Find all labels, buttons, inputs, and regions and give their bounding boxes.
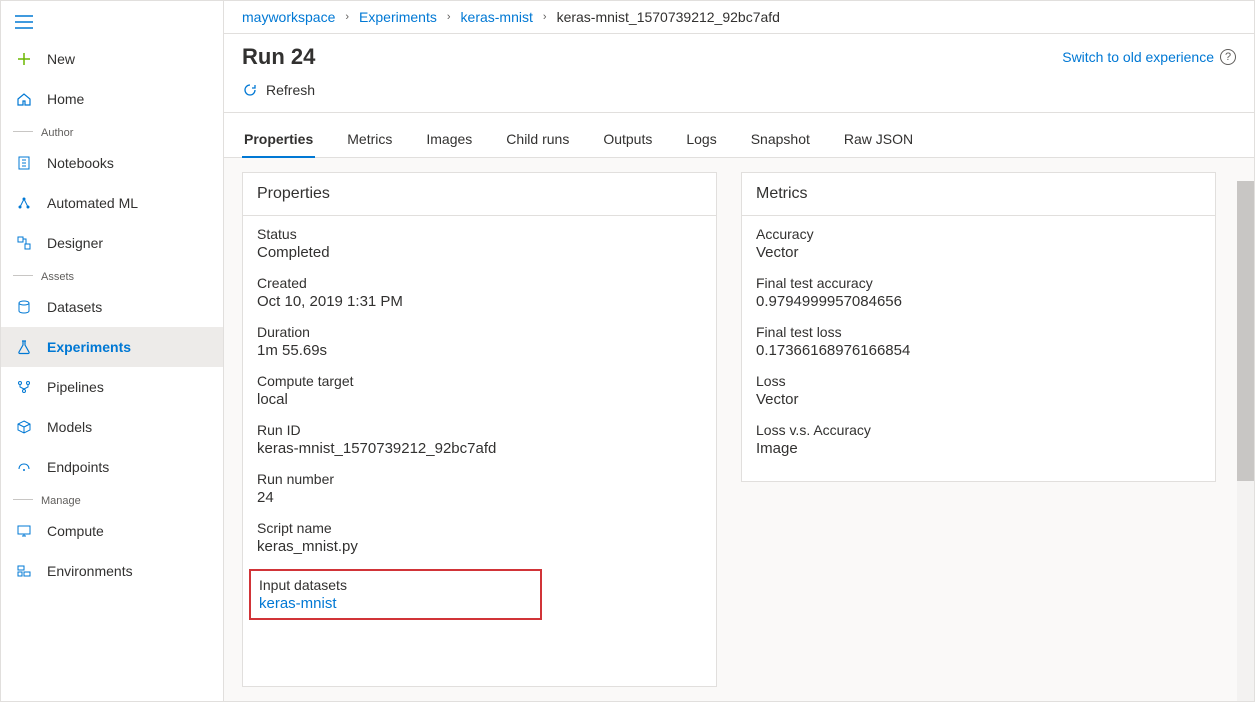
prop-label: Script name bbox=[257, 520, 702, 536]
prop-value-script-name: keras_mnist.py bbox=[257, 538, 702, 555]
nav-datasets[interactable]: Datasets bbox=[1, 287, 223, 327]
prop-label: Run ID bbox=[257, 422, 702, 438]
sidebar: New Home Author Notebooks Automated ML bbox=[1, 1, 224, 701]
card-title: Metrics bbox=[742, 173, 1215, 216]
chevron-right-icon: › bbox=[543, 11, 547, 23]
tab-child-runs[interactable]: Child runs bbox=[504, 125, 571, 157]
nav-compute[interactable]: Compute bbox=[1, 511, 223, 551]
tab-snapshot[interactable]: Snapshot bbox=[749, 125, 812, 157]
metric-value-accuracy: Vector bbox=[756, 244, 1201, 261]
nav-label: Notebooks bbox=[47, 155, 114, 171]
input-datasets-highlight: Input datasets keras-mnist bbox=[249, 569, 542, 620]
nav-label: New bbox=[47, 51, 75, 67]
nav-label: Automated ML bbox=[47, 195, 138, 211]
environments-icon bbox=[15, 562, 33, 580]
automl-icon bbox=[15, 194, 33, 212]
hamburger-menu-button[interactable] bbox=[1, 5, 223, 39]
breadcrumb-current: keras-mnist_1570739212_92bc7afd bbox=[557, 9, 780, 25]
chevron-right-icon: › bbox=[345, 11, 349, 23]
vertical-scrollbar[interactable] bbox=[1237, 181, 1254, 701]
endpoints-icon bbox=[15, 458, 33, 476]
nav-label: Pipelines bbox=[47, 379, 104, 395]
main-content: mayworkspace › Experiments › keras-mnist… bbox=[224, 1, 1254, 701]
nav-label: Datasets bbox=[47, 299, 102, 315]
nav-section-author: Author bbox=[1, 119, 223, 143]
refresh-label: Refresh bbox=[266, 82, 315, 98]
prop-label: Created bbox=[257, 275, 702, 291]
prop-value-created: Oct 10, 2019 1:31 PM bbox=[257, 293, 702, 310]
tab-properties[interactable]: Properties bbox=[242, 125, 315, 157]
prop-value-run-number: 24 bbox=[257, 489, 702, 506]
nav-label: Compute bbox=[47, 523, 104, 539]
home-icon bbox=[15, 90, 33, 108]
flask-icon bbox=[15, 338, 33, 356]
breadcrumb-workspace[interactable]: mayworkspace bbox=[242, 9, 335, 25]
card-title: Properties bbox=[243, 173, 716, 216]
metric-label: Accuracy bbox=[756, 226, 1201, 242]
breadcrumb-experiment[interactable]: keras-mnist bbox=[461, 9, 533, 25]
prop-value-run-id: keras-mnist_1570739212_92bc7afd bbox=[257, 440, 702, 457]
plus-icon bbox=[15, 50, 33, 68]
metric-label: Final test loss bbox=[756, 324, 1201, 340]
metric-value-final-test-accuracy: 0.9794999957084656 bbox=[756, 293, 1201, 310]
nav-label: Environments bbox=[47, 563, 133, 579]
chevron-right-icon: › bbox=[447, 11, 451, 23]
prop-label: Status bbox=[257, 226, 702, 242]
prop-label: Compute target bbox=[257, 373, 702, 389]
models-icon bbox=[15, 418, 33, 436]
scrollbar-thumb[interactable] bbox=[1237, 181, 1254, 481]
nav-home[interactable]: Home bbox=[1, 79, 223, 119]
notebook-icon bbox=[15, 154, 33, 172]
input-dataset-link[interactable]: keras-mnist bbox=[259, 595, 337, 612]
designer-icon bbox=[15, 234, 33, 252]
nav-notebooks[interactable]: Notebooks bbox=[1, 143, 223, 183]
refresh-icon bbox=[242, 82, 258, 98]
prop-value-status: Completed bbox=[257, 244, 702, 261]
page-title: Run 24 bbox=[242, 44, 315, 70]
tab-raw-json[interactable]: Raw JSON bbox=[842, 125, 915, 157]
breadcrumb: mayworkspace › Experiments › keras-mnist… bbox=[224, 1, 1254, 34]
prop-value-compute-target: local bbox=[257, 391, 702, 408]
nav-automated-ml[interactable]: Automated ML bbox=[1, 183, 223, 223]
prop-label: Run number bbox=[257, 471, 702, 487]
nav-experiments[interactable]: Experiments bbox=[1, 327, 223, 367]
tabs: Properties Metrics Images Child runs Out… bbox=[224, 113, 1254, 158]
nav-label: Endpoints bbox=[47, 459, 109, 475]
switch-old-experience-link[interactable]: Switch to old experience ? bbox=[1062, 49, 1236, 65]
nav-models[interactable]: Models bbox=[1, 407, 223, 447]
prop-value-duration: 1m 55.69s bbox=[257, 342, 702, 359]
nav-new[interactable]: New bbox=[1, 39, 223, 79]
nav-designer[interactable]: Designer bbox=[1, 223, 223, 263]
metric-value-loss: Vector bbox=[756, 391, 1201, 408]
nav-label: Designer bbox=[47, 235, 103, 251]
metric-label: Final test accuracy bbox=[756, 275, 1201, 291]
help-icon[interactable]: ? bbox=[1220, 49, 1236, 65]
nav-section-manage: Manage bbox=[1, 487, 223, 511]
pipelines-icon bbox=[15, 378, 33, 396]
nav-pipelines[interactable]: Pipelines bbox=[1, 367, 223, 407]
breadcrumb-experiments[interactable]: Experiments bbox=[359, 9, 437, 25]
tab-outputs[interactable]: Outputs bbox=[601, 125, 654, 157]
metric-label: Loss v.s. Accuracy bbox=[756, 422, 1201, 438]
nav-label: Experiments bbox=[47, 339, 131, 355]
nav-label: Models bbox=[47, 419, 92, 435]
compute-icon bbox=[15, 522, 33, 540]
metric-value-final-test-loss: 0.17366168976166854 bbox=[756, 342, 1201, 359]
metrics-card: Metrics Accuracy Vector Final test accura… bbox=[741, 172, 1216, 482]
nav-section-assets: Assets bbox=[1, 263, 223, 287]
tab-metrics[interactable]: Metrics bbox=[345, 125, 394, 157]
tab-logs[interactable]: Logs bbox=[684, 125, 718, 157]
refresh-button[interactable]: Refresh bbox=[242, 82, 315, 98]
prop-label: Duration bbox=[257, 324, 702, 340]
nav-label: Home bbox=[47, 91, 84, 107]
metric-value-loss-vs-accuracy: Image bbox=[756, 440, 1201, 457]
tab-images[interactable]: Images bbox=[424, 125, 474, 157]
datasets-icon bbox=[15, 298, 33, 316]
nav-environments[interactable]: Environments bbox=[1, 551, 223, 591]
prop-label: Input datasets bbox=[259, 577, 532, 593]
properties-card: Properties Status Completed Created Oct 10… bbox=[242, 172, 717, 687]
nav-endpoints[interactable]: Endpoints bbox=[1, 447, 223, 487]
metric-label: Loss bbox=[756, 373, 1201, 389]
